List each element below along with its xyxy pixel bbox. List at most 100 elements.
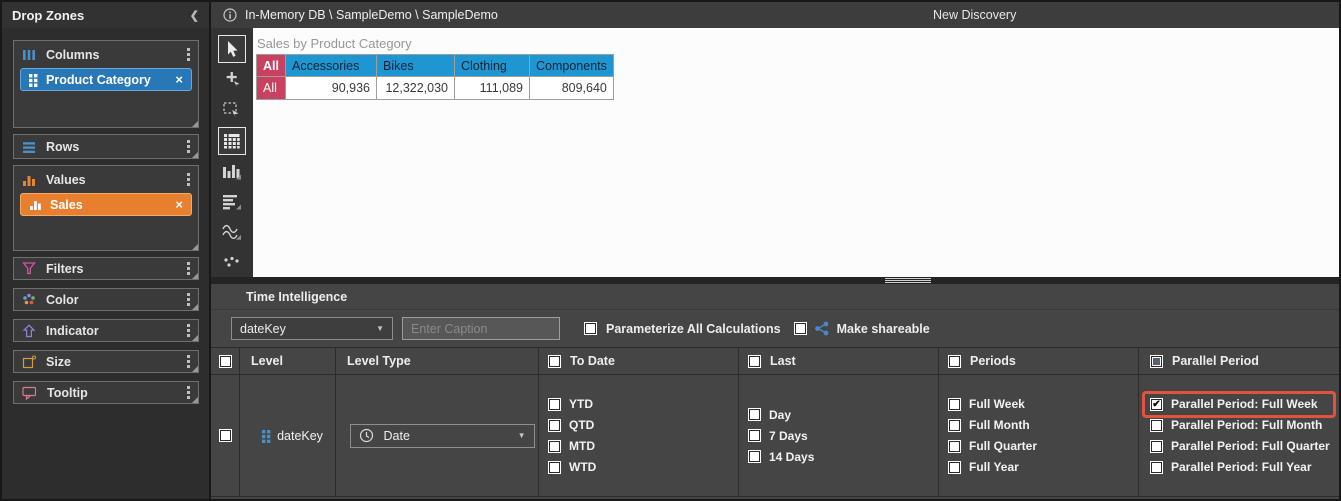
panel-splitter[interactable] xyxy=(211,277,1339,284)
zone-color-menu-icon[interactable] xyxy=(187,293,190,306)
full-year-checkbox[interactable] xyxy=(948,461,961,474)
remove-chip-icon[interactable]: × xyxy=(175,197,183,212)
parameterize-checkbox-row[interactable]: Parameterize All Calculations xyxy=(584,322,781,336)
pivot-value-cell[interactable]: 90,936 xyxy=(286,77,377,100)
parallel-full-year-checkbox[interactable] xyxy=(1150,461,1163,474)
tool-text-view[interactable] xyxy=(211,187,253,217)
drop-zones-title: Drop Zones xyxy=(12,8,84,23)
last-header: Last xyxy=(770,354,796,368)
splitter-grip-icon[interactable] xyxy=(885,278,931,283)
shareable-checkbox-row[interactable]: Make shareable xyxy=(794,321,930,336)
wtd-checkbox[interactable] xyxy=(548,461,561,474)
periods-option[interactable]: Full Quarter xyxy=(939,436,1138,457)
tool-line-chart[interactable] xyxy=(211,217,253,247)
zone-filters-menu-icon[interactable] xyxy=(187,262,190,275)
tool-select[interactable] xyxy=(211,33,253,65)
pivot-col-header[interactable]: Accessories xyxy=(286,55,377,77)
pivot-col-header[interactable]: Components xyxy=(530,55,614,77)
panel-controls: dateKey ▼ Parameterize All Calculations … xyxy=(211,310,1339,347)
tool-column-chart[interactable] xyxy=(211,157,253,187)
last-option[interactable]: 14 Days xyxy=(739,446,938,467)
zone-color-label: Color xyxy=(46,293,79,307)
14-days-checkbox[interactable] xyxy=(748,450,761,463)
to-date-header-checkbox[interactable] xyxy=(548,355,561,368)
full-month-checkbox[interactable] xyxy=(948,419,961,432)
pivot-col-header[interactable]: Bikes xyxy=(377,55,455,77)
zone-indicator: Indicator xyxy=(13,319,199,342)
pivot-row-header[interactable]: All xyxy=(257,77,286,100)
full-week-checkbox[interactable] xyxy=(948,398,961,411)
periods-option[interactable]: Full Week xyxy=(939,394,1138,415)
pivot-col-header[interactable]: Clothing xyxy=(455,55,530,77)
parallel-period-header-checkbox[interactable] xyxy=(1150,355,1163,368)
columns-icon xyxy=(22,48,36,62)
parameterize-checkbox[interactable] xyxy=(584,322,597,335)
last-option[interactable]: Day xyxy=(739,404,938,425)
parallel-period-option[interactable]: Parallel Period: Full Quarter xyxy=(1139,436,1339,457)
drop-zones-list: Columns Product Category × Rows xyxy=(2,28,209,404)
periods-option[interactable]: Full Year xyxy=(939,457,1138,478)
mtd-checkbox[interactable] xyxy=(548,440,561,453)
to-date-option[interactable]: YTD xyxy=(539,394,738,415)
full-quarter-checkbox[interactable] xyxy=(948,440,961,453)
viz-title: Sales by Product Category xyxy=(257,36,1339,51)
zone-tooltip-menu-icon[interactable] xyxy=(187,386,190,399)
text-bars-icon xyxy=(222,194,242,210)
grid-col-last: Last Day 7 Days 14 Days xyxy=(739,348,939,496)
to-date-option[interactable]: QTD xyxy=(539,415,738,436)
pivot-corner-cell[interactable]: All xyxy=(257,55,286,77)
pivot-value-cell[interactable]: 12,322,030 xyxy=(377,77,455,100)
collapse-panel-icon[interactable]: ❮ xyxy=(190,9,199,22)
last-header-checkbox[interactable] xyxy=(748,355,761,368)
caption-input[interactable] xyxy=(402,317,560,340)
tool-grid-view[interactable] xyxy=(211,125,253,157)
size-icon xyxy=(22,355,36,369)
level-type-dropdown[interactable]: Date ▼ xyxy=(350,424,535,448)
parallel-period-option[interactable]: Parallel Period: Full Year xyxy=(1139,457,1339,478)
chevron-down-icon: ▼ xyxy=(518,431,526,440)
info-icon[interactable] xyxy=(223,8,237,22)
chip-sales[interactable]: Sales × xyxy=(20,193,192,216)
zone-color: Color xyxy=(13,288,199,311)
pivot-value-cell[interactable]: 111,089 xyxy=(455,77,530,100)
level-name: dateKey xyxy=(277,429,323,443)
last-option[interactable]: 7 Days xyxy=(739,425,938,446)
periods-header-checkbox[interactable] xyxy=(948,355,961,368)
hierarchy-dropdown[interactable]: dateKey ▼ xyxy=(231,317,393,340)
qtd-checkbox[interactable] xyxy=(548,419,561,432)
tool-add[interactable] xyxy=(211,65,253,95)
row-select-checkbox[interactable] xyxy=(219,429,232,442)
parallel-period-option[interactable]: Parallel Period: Full Month xyxy=(1139,415,1339,436)
parallel-full-month-checkbox[interactable] xyxy=(1150,419,1163,432)
tool-lasso-select[interactable] xyxy=(211,95,253,125)
to-date-option[interactable]: WTD xyxy=(539,457,738,478)
parallel-full-quarter-checkbox[interactable] xyxy=(1150,440,1163,453)
waves-icon xyxy=(222,224,242,240)
zone-rows-menu-icon[interactable] xyxy=(187,140,190,153)
parallel-period-option-highlighted[interactable]: Parallel Period: Full Week xyxy=(1139,394,1339,415)
remove-chip-icon[interactable]: × xyxy=(175,72,183,87)
time-intelligence-grid: Level dateKey Level Type Date ▼ xyxy=(211,347,1339,497)
periods-option[interactable]: Full Month xyxy=(939,415,1138,436)
breadcrumb: In-Memory DB \ SampleDemo \ SampleDemo xyxy=(245,8,498,22)
zone-tooltip-label: Tooltip xyxy=(47,386,88,400)
7-days-checkbox[interactable] xyxy=(748,429,761,442)
ytd-checkbox[interactable] xyxy=(548,398,561,411)
zone-size-menu-icon[interactable] xyxy=(187,355,190,368)
zone-columns-menu-icon[interactable] xyxy=(187,48,190,61)
chip-product-category[interactable]: Product Category × xyxy=(20,68,192,91)
grid-col-level: Level dateKey xyxy=(240,348,336,496)
pivot-value-cell[interactable]: 809,640 xyxy=(530,77,614,100)
tool-scatter-chart[interactable] xyxy=(211,247,253,277)
measure-bars-icon xyxy=(29,198,42,211)
shareable-checkbox[interactable] xyxy=(794,322,807,335)
zone-values-menu-icon[interactable] xyxy=(187,173,190,186)
parallel-full-week-checkbox[interactable] xyxy=(1150,398,1163,411)
zone-indicator-menu-icon[interactable] xyxy=(187,324,190,337)
level-header: Level xyxy=(251,354,283,368)
day-checkbox[interactable] xyxy=(748,408,761,421)
zone-indicator-label: Indicator xyxy=(46,324,99,338)
pivot-table[interactable]: All Accessories Bikes Clothing Component… xyxy=(256,54,614,100)
select-all-checkbox[interactable] xyxy=(219,355,232,368)
to-date-option[interactable]: MTD xyxy=(539,436,738,457)
